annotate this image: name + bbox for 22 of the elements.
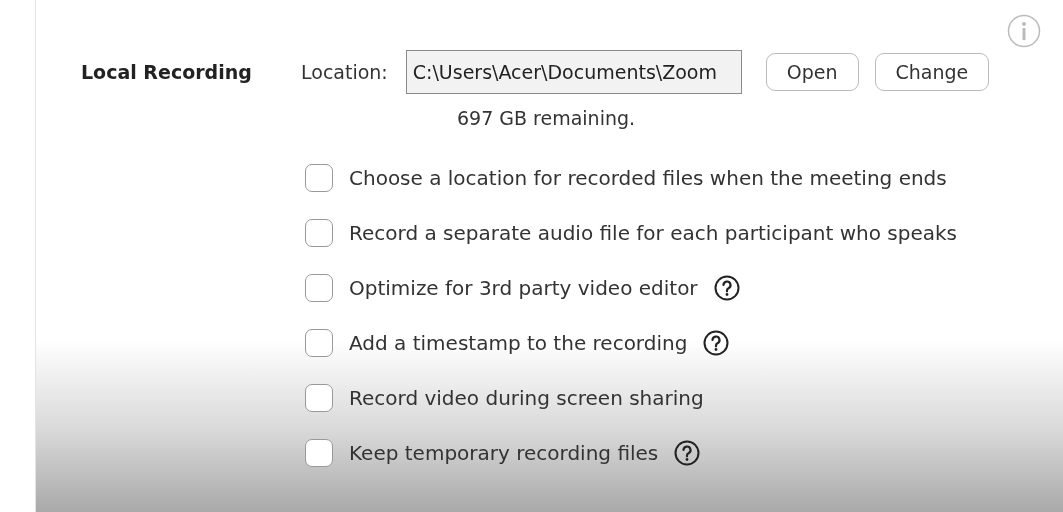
checkbox[interactable] (305, 383, 333, 412)
checkbox[interactable] (305, 438, 333, 467)
info-icon[interactable] (1007, 14, 1041, 48)
option-label: Choose a location for recorded files when the meeting ends (349, 164, 947, 192)
location-label: Location: (301, 59, 388, 85)
checkbox[interactable] (305, 218, 333, 247)
help-icon[interactable] (703, 329, 730, 356)
help-icon[interactable] (674, 439, 701, 466)
checkbox[interactable] (305, 163, 333, 192)
location-field[interactable]: C:\Users\Acer\Documents\Zoom (405, 50, 742, 94)
help-icon[interactable] (713, 274, 740, 301)
option-label: Optimize for 3rd party video editor (349, 274, 698, 302)
checkbox[interactable] (305, 328, 333, 357)
option-label: Add a timestamp to the recording (349, 329, 688, 357)
space-note: 697 GB remaining. (457, 106, 637, 131)
open-button[interactable]: Open (765, 52, 859, 92)
section-title: Local Recording (81, 59, 253, 85)
option-label: Keep temporary recording files (349, 439, 659, 467)
change-button[interactable]: Change (874, 52, 990, 92)
option-label: Record video during screen sharing (349, 384, 704, 412)
checkbox[interactable] (305, 273, 333, 302)
option-label: Record a separate audio file for each participant who speaks (349, 219, 958, 247)
